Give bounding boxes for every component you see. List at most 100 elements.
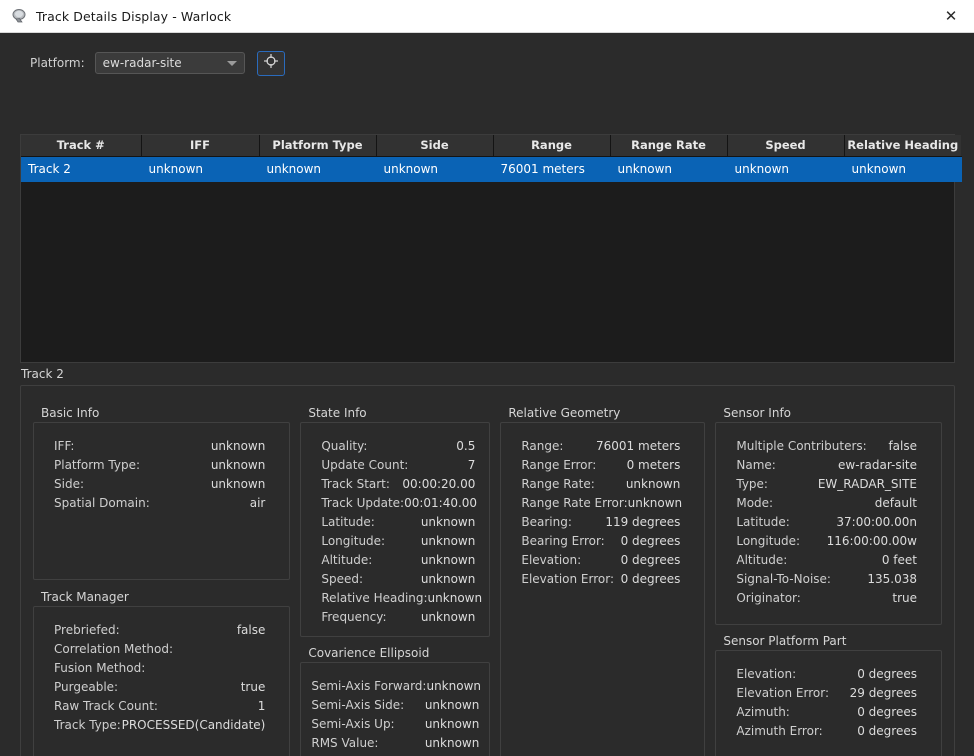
value-multiple-contributers: false <box>888 439 917 453</box>
group-relative-geometry: Relative Geometry Range: 76001 meters Ran… <box>500 406 706 756</box>
column-header-speed[interactable]: Speed <box>727 135 845 157</box>
column-header-relative-heading[interactable]: Relative Heading <box>844 135 961 157</box>
row-speed: Speed: unknown <box>321 570 475 589</box>
group-title-basic-info: Basic Info <box>41 406 100 420</box>
table-row[interactable]: Track 2 unknown unknown unknown 76001 me… <box>21 156 962 182</box>
column-header-side[interactable]: Side <box>376 135 494 157</box>
group-title-sensor-platform-part: Sensor Platform Part <box>723 634 847 648</box>
label-prebriefed: Prebriefed: <box>54 623 120 637</box>
selected-track-label: Track 2 <box>21 367 64 381</box>
column-header-range[interactable]: Range <box>493 135 611 157</box>
locate-platform-button[interactable] <box>256 50 285 76</box>
window-titlebar: Track Details Display - Warlock ✕ <box>0 0 974 33</box>
cell-iff: unknown <box>141 156 260 182</box>
group-state-info: State Info Quality: 0.5 Update Count: 7 Tr… <box>300 406 491 637</box>
value-track-update: 00:01:40.00 <box>404 496 478 510</box>
label-geom-bearing: Bearing: <box>521 515 572 529</box>
value-semi-axis-side: unknown <box>424 698 480 712</box>
row-track-start: Track Start: 00:00:20.00 <box>321 475 475 494</box>
value-raw-track-count: 1 <box>257 699 266 713</box>
label-geom-range-rate-error: Range Rate Error: <box>521 496 628 510</box>
value-geom-range: 76001 meters <box>596 439 681 453</box>
label-spp-elevation: Elevation: <box>736 667 797 681</box>
row-sensor-name: Name: ew-radar-site <box>736 456 917 475</box>
label-speed: Speed: <box>321 572 364 586</box>
value-geom-bearing-error: 0 degrees <box>620 534 681 548</box>
label-fusion-method: Fusion Method: <box>54 661 146 675</box>
chevron-down-icon <box>226 61 237 66</box>
label-correlation-method: Correlation Method: <box>54 642 174 656</box>
column-header-platform-type[interactable]: Platform Type <box>259 135 377 157</box>
row-track-type: Track Type: PROCESSED(Candidate) <box>54 716 265 735</box>
value-spatial-domain: air <box>249 496 266 510</box>
row-spp-elevation: Elevation: 0 degrees <box>736 665 917 684</box>
row-frequency: Frequency: unknown <box>321 608 475 627</box>
row-update-count: Update Count: 7 <box>321 456 475 475</box>
group-body-track-manager: Prebriefed: false Correlation Method: Fus… <box>33 606 291 756</box>
row-purgeable: Purgeable: true <box>54 678 265 697</box>
row-semi-axis-up: Semi-Axis Up: unknown <box>311 715 479 734</box>
label-originator: Originator: <box>736 591 801 605</box>
label-sensor-altitude: Altitude: <box>736 553 788 567</box>
row-geom-range-error: Range Error: 0 meters <box>521 456 680 475</box>
row-iff: IFF: unknown <box>54 437 265 456</box>
row-geom-elevation-error: Elevation Error: 0 degrees <box>521 570 680 589</box>
value-platform-type: unknown <box>210 458 266 472</box>
label-geom-range: Range: <box>521 439 564 453</box>
platform-select-value: ew-radar-site <box>102 56 182 70</box>
row-semi-axis-side: Semi-Axis Side: unknown <box>311 696 479 715</box>
row-longitude: Longitude: unknown <box>321 532 475 551</box>
group-title-relative-geometry: Relative Geometry <box>508 406 621 420</box>
label-relative-heading: Relative Heading: <box>321 591 428 605</box>
label-multiple-contributers: Multiple Contributers: <box>736 439 867 453</box>
column-header-range-rate[interactable]: Range Rate <box>610 135 728 157</box>
value-side: unknown <box>210 477 266 491</box>
kv-list-relative-geometry: Range: 76001 meters Range Error: 0 meters … <box>511 435 694 591</box>
track-table[interactable]: Track # IFF Platform Type Side Range Ran… <box>20 134 962 363</box>
cell-platform-type: unknown <box>259 156 377 182</box>
table-header-row: Track # IFF Platform Type Side Range Ran… <box>21 135 961 157</box>
value-track-start: 00:00:20.00 <box>402 477 476 491</box>
row-multiple-contributers: Multiple Contributers: false <box>736 437 917 456</box>
label-update-count: Update Count: <box>321 458 409 472</box>
label-geom-range-error: Range Error: <box>521 458 597 472</box>
detail-column-basic: Basic Info IFF: unknown Platform Type: unk… <box>33 396 291 756</box>
label-side: Side: <box>54 477 84 491</box>
row-sensor-mode: Mode: default <box>736 494 917 513</box>
group-title-track-manager: Track Manager <box>41 590 129 604</box>
value-iff: unknown <box>210 439 266 453</box>
group-body-covariance-ellipsoid: Semi-Axis Forward: unknown Semi-Axis Side… <box>300 662 491 756</box>
kv-list-state-info: Quality: 0.5 Update Count: 7 Track Start: 0… <box>311 435 482 629</box>
crosshair-icon <box>263 53 279 73</box>
row-sensor-type: Type: EW_RADAR_SITE <box>736 475 917 494</box>
track-detail-frame: Basic Info IFF: unknown Platform Type: unk… <box>20 385 955 756</box>
value-geom-elevation-error: 0 degrees <box>620 572 681 586</box>
group-body-state-info: Quality: 0.5 Update Count: 7 Track Start: 0… <box>300 422 491 637</box>
column-header-track[interactable]: Track # <box>21 135 142 157</box>
value-quality: 0.5 <box>456 439 476 453</box>
value-purgeable: true <box>240 680 266 694</box>
column-header-iff[interactable]: IFF <box>141 135 260 157</box>
label-spp-azimuth: Azimuth: <box>736 705 790 719</box>
value-geom-range-rate-error: unknown <box>627 496 683 510</box>
label-sensor-name: Name: <box>736 458 776 472</box>
value-sensor-name: ew-radar-site <box>838 458 917 472</box>
window-body: Platform: ew-radar-site Track # IFF Plat… <box>0 33 974 756</box>
value-sensor-altitude: 0 feet <box>881 553 917 567</box>
label-sensor-latitude: Latitude: <box>736 515 790 529</box>
row-spp-azimuth: Azimuth: 0 degrees <box>736 703 917 722</box>
row-signal-to-noise: Signal-To-Noise: 135.038 <box>736 570 917 589</box>
group-body-sensor-platform-part: Elevation: 0 degrees Elevation Error: 29 d… <box>715 650 942 756</box>
row-geom-elevation: Elevation: 0 degrees <box>521 551 680 570</box>
value-rms-value: unknown <box>424 736 480 750</box>
label-spp-elevation-error: Elevation Error: <box>736 686 829 700</box>
toolbar: Platform: ew-radar-site <box>0 33 974 93</box>
label-longitude: Longitude: <box>321 534 386 548</box>
row-platform-type: Platform Type: unknown <box>54 456 265 475</box>
platform-select[interactable]: ew-radar-site <box>94 52 245 74</box>
row-geom-range: Range: 76001 meters <box>521 437 680 456</box>
close-icon[interactable]: ✕ <box>928 0 974 32</box>
row-rms-value: RMS Value: unknown <box>311 734 479 753</box>
row-geom-bearing-error: Bearing Error: 0 degrees <box>521 532 680 551</box>
label-latitude: Latitude: <box>321 515 375 529</box>
